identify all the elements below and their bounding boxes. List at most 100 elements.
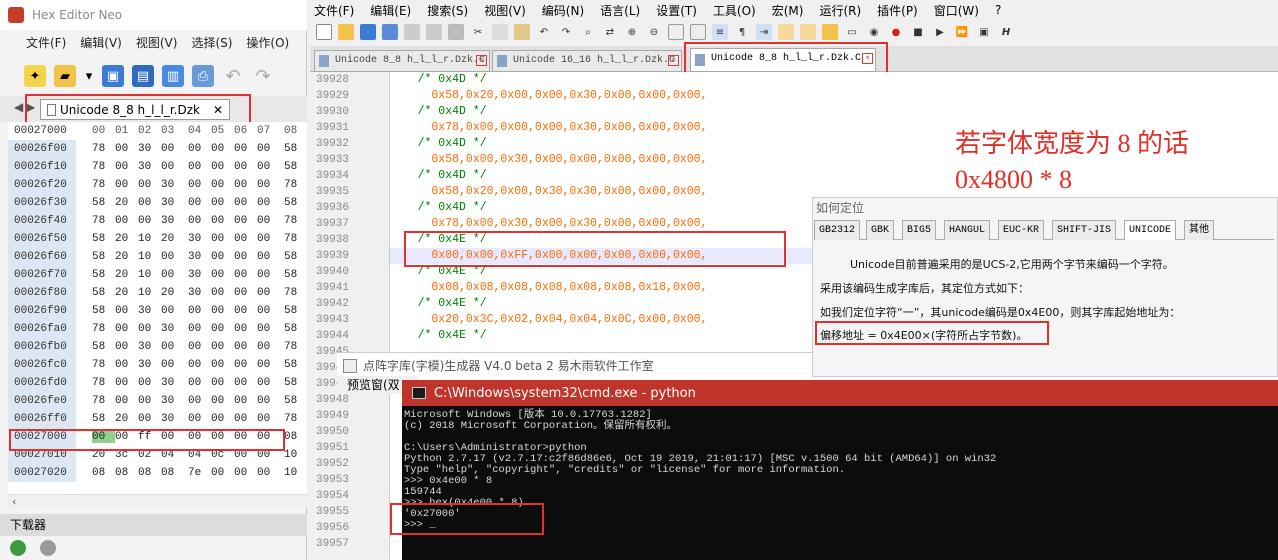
open-folder-icon[interactable]: ▰ [54, 65, 76, 87]
hex-byte[interactable]: 00 [234, 467, 257, 479]
sync-h-icon[interactable] [690, 24, 706, 40]
tab-other[interactable]: 其他 [1184, 220, 1214, 240]
hex-byte[interactable]: 00 [115, 323, 138, 335]
hex-byte[interactable]: 20 [161, 287, 184, 299]
tab-scroll-right-icon[interactable]: ▶ [26, 100, 35, 114]
hex-byte[interactable]: 00 [234, 323, 257, 335]
hex-byte[interactable]: 00 [188, 323, 211, 335]
hex-byte[interactable]: 10 [138, 233, 161, 245]
hex-byte[interactable]: 58 [92, 413, 115, 425]
tab-unicode[interactable]: UNICODE [1124, 220, 1177, 240]
src-menu-language[interactable]: 语言(L) [600, 2, 640, 19]
src-tab-3-active[interactable]: Unicode 8_8 h_l_l_r.Dzk.C × [690, 48, 876, 72]
hex-row[interactable]: 00027000 00 00 ff 00 00 00 00 00 08 [8, 428, 307, 446]
hex-byte[interactable]: 58 [284, 269, 307, 281]
hex-byte[interactable]: 0c [211, 449, 234, 461]
hex-byte[interactable]: 30 [138, 305, 161, 317]
hex-byte[interactable]: 00 [161, 251, 184, 263]
hex-byte[interactable]: 00 [234, 287, 257, 299]
hex-byte[interactable]: 00 [234, 179, 257, 191]
hex-byte[interactable]: 00 [161, 269, 184, 281]
hex-row[interactable]: 00026f40 78 00 00 30 00 00 00 00 78 [8, 212, 307, 230]
save-icon[interactable] [360, 24, 376, 40]
src-menu-search[interactable]: 搜索(S) [427, 2, 468, 19]
hex-byte[interactable]: 08 [284, 431, 307, 443]
hex-byte[interactable]: 00 [257, 359, 280, 371]
hex-byte[interactable]: 78 [92, 215, 115, 227]
hex-byte[interactable]: 00 [234, 233, 257, 245]
hex-byte[interactable]: 00 [138, 197, 161, 209]
hex-byte[interactable]: 08 [92, 467, 115, 479]
hex-byte[interactable]: 10 [138, 251, 161, 263]
show-all-chars-icon[interactable]: ¶ [734, 24, 750, 40]
hex-byte[interactable]: 00 [188, 305, 211, 317]
src-menu-view[interactable]: 视图(V) [484, 2, 526, 19]
hex-byte[interactable]: 00 [257, 179, 280, 191]
hex-row[interactable]: 00026fd0 78 00 00 30 00 00 00 00 58 [8, 374, 307, 392]
hex-byte[interactable]: 30 [188, 251, 211, 263]
hex-byte[interactable]: 04 [188, 449, 211, 461]
hex-byte[interactable]: 00 [211, 377, 234, 389]
hex-byte[interactable]: 58 [284, 377, 307, 389]
tab-gb2312[interactable]: GB2312 [814, 220, 861, 240]
hex-byte[interactable]: 00 [211, 413, 234, 425]
src-menu-encoding[interactable]: 编码(N) [542, 2, 584, 19]
hex-row[interactable]: 00026fe0 78 00 00 30 00 00 00 00 58 [8, 392, 307, 410]
hex-menu-view[interactable]: 视图(V) [136, 34, 178, 54]
downloader-settings-icon[interactable] [40, 540, 56, 556]
hex-byte[interactable]: 00 [138, 323, 161, 335]
hex-byte[interactable]: 3c [115, 449, 138, 461]
hex-byte[interactable]: 08 [115, 467, 138, 479]
hex-byte[interactable]: 00 [234, 197, 257, 209]
dropdown-arrow-icon[interactable]: ▾ [84, 65, 94, 87]
hex-horizontal-scrollbar[interactable]: ‹ [8, 494, 307, 508]
hex-byte[interactable]: 30 [161, 215, 184, 227]
hex-byte[interactable]: 20 [115, 287, 138, 299]
hex-byte[interactable]: 00 [234, 269, 257, 281]
hex-byte[interactable]: 58 [284, 359, 307, 371]
close-icon[interactable]: ✕ [213, 103, 223, 117]
zoom-out-icon[interactable]: ⊖ [646, 24, 662, 40]
hex-byte[interactable]: 78 [92, 395, 115, 407]
hex-byte[interactable]: 00 [138, 413, 161, 425]
hex-byte[interactable]: 78 [284, 215, 307, 227]
tab-big5[interactable]: BIG5 [902, 220, 937, 240]
hex-byte[interactable]: 58 [92, 269, 115, 281]
hex-row[interactable]: 00026f00 78 00 30 00 00 00 00 00 58 [8, 140, 307, 158]
hex-byte[interactable]: 00 [211, 341, 234, 353]
hex-byte[interactable]: 00 [257, 287, 280, 299]
hex-byte[interactable]: 00 [211, 323, 234, 335]
hex-byte[interactable]: 00 [234, 251, 257, 263]
hex-byte[interactable]: 00 [211, 431, 234, 443]
hex-byte[interactable]: 00 [257, 467, 280, 479]
hex-byte[interactable]: 30 [161, 413, 184, 425]
hex-byte[interactable]: 00 [188, 395, 211, 407]
hex-byte[interactable]: 00 [234, 143, 257, 155]
hex-row[interactable]: 00027010 20 3c 02 04 04 0c 00 00 10 [8, 446, 307, 464]
monitor-icon[interactable]: ◉ [866, 24, 882, 40]
hex-byte[interactable]: 58 [92, 251, 115, 263]
downloader-add-icon[interactable] [10, 540, 26, 556]
hex-byte[interactable]: 08 [161, 467, 184, 479]
hex-byte[interactable]: 00 [188, 143, 211, 155]
hex-byte[interactable]: 00 [138, 179, 161, 191]
hex-byte[interactable]: 00 [211, 287, 234, 299]
copy-icon[interactable] [492, 24, 508, 40]
close-icon[interactable]: × [476, 55, 487, 66]
hex-byte[interactable]: 00 [257, 233, 280, 245]
src-menu-file[interactable]: 文件(F) [314, 2, 354, 19]
hex-byte[interactable]: 00 [257, 143, 280, 155]
hex-row[interactable]: 00026f30 58 20 00 30 00 00 00 00 58 [8, 194, 307, 212]
hex-byte[interactable]: 00 [211, 161, 234, 173]
hex-byte[interactable]: 00 [211, 467, 234, 479]
hex-byte[interactable]: 00 [211, 395, 234, 407]
doc-map-icon[interactable] [800, 24, 816, 40]
close-icon[interactable]: × [668, 55, 679, 66]
hex-byte[interactable]: 00 [257, 431, 280, 443]
hex-byte[interactable]: 20 [115, 197, 138, 209]
hex-byte[interactable]: 30 [161, 377, 184, 389]
hex-byte[interactable]: 00 [234, 449, 257, 461]
hex-row[interactable]: 00026f90 58 00 30 00 00 00 00 00 58 [8, 302, 307, 320]
save-macro-icon[interactable]: ▣ [976, 24, 992, 40]
hex-byte[interactable]: 00 [234, 305, 257, 317]
